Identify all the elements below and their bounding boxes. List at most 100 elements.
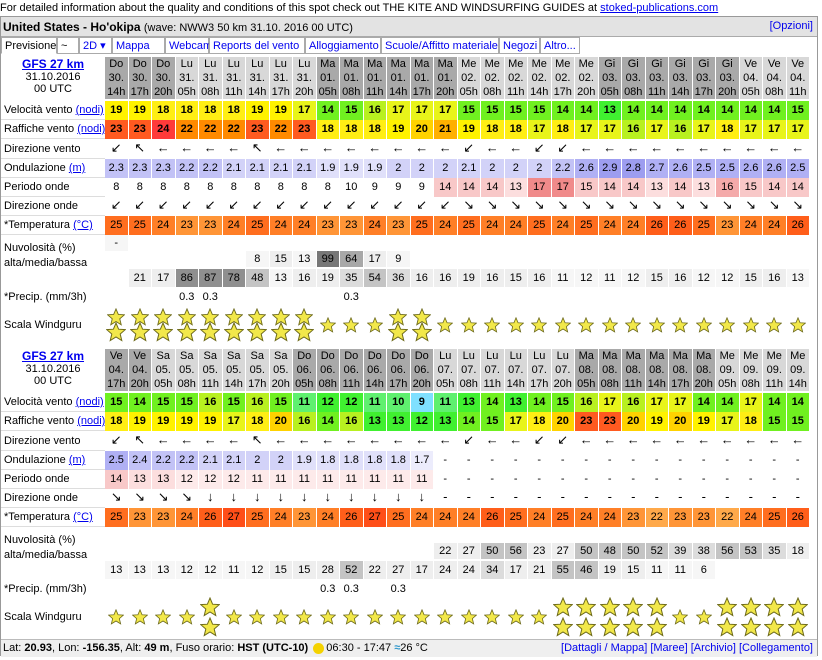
options-link[interactable]: [Opzioni]: [770, 20, 813, 32]
precip-value: [622, 581, 645, 597]
tab-reports[interactable]: Reports del vento: [209, 37, 305, 54]
cloud-label-line2: alta/media/bassa: [4, 549, 88, 561]
unit-link[interactable]: (nodi): [76, 396, 104, 408]
arrow-glyph: ←: [344, 432, 358, 447]
cloud-high-value: [223, 527, 246, 543]
cloud-low-value: 13: [269, 269, 292, 287]
precip-value: [575, 581, 598, 597]
footer-links: [Dattagli / Mappa] [Maree] [Archivio] [C…: [561, 642, 813, 654]
wave-period-value: 11: [410, 470, 433, 489]
wave-period-value: -: [763, 470, 786, 489]
star-icon: [200, 597, 221, 617]
unit-link[interactable]: (nodi): [77, 415, 105, 427]
wave-period-value: 15: [575, 178, 598, 197]
link-link[interactable]: [Collegamento]: [739, 642, 813, 654]
arrow-glyph: ←: [603, 432, 617, 447]
model-link[interactable]: GFS 27 km: [1, 349, 105, 363]
star-icon: [225, 609, 242, 625]
wind-arrow-icon: ←: [340, 431, 363, 451]
top-info-text: For detailed information about the quali…: [0, 2, 718, 14]
arrow-glyph: ↙: [298, 197, 310, 212]
tab-scuole[interactable]: Scuole/Affitto materiale: [381, 37, 499, 54]
temperature-value: 24: [175, 508, 198, 527]
gusts-value: 23: [128, 120, 151, 139]
unit-link[interactable]: (m): [69, 162, 86, 174]
wave-height-value: -: [739, 451, 762, 470]
tab-negozi[interactable]: Negozi: [499, 37, 540, 54]
cloud-mid-value: 50: [481, 543, 504, 559]
arrow-glyph: ←: [321, 432, 335, 447]
arrow-glyph: -: [560, 489, 565, 504]
precip-value: [387, 289, 410, 305]
star-icon: [742, 317, 759, 333]
cloud-high-value: [505, 235, 528, 251]
forecast-panel: United States - Ho'okipa (wave: NWW3 50 …: [0, 16, 818, 657]
temperature-value: 25: [246, 508, 269, 527]
arrow-glyph: ↖: [251, 140, 263, 155]
tab-webcams[interactable]: Webcams: [165, 37, 218, 54]
run-utc: 00 UTC: [34, 375, 72, 387]
rating-label: Scala Windguru: [1, 305, 105, 345]
unit-link[interactable]: (m): [69, 454, 86, 466]
arrow-glyph: ←: [673, 140, 687, 155]
arrow-glyph: ←: [321, 140, 335, 155]
model-link[interactable]: GFS 27 km: [1, 57, 105, 71]
gusts-value: 18: [481, 120, 504, 139]
wind-arrow-icon: ←: [293, 431, 316, 451]
day-label: Lu: [175, 57, 198, 71]
cloud-high-value: [575, 235, 598, 251]
wind-speed-value: 16: [246, 393, 269, 412]
precip-value: [223, 289, 246, 305]
arrow-glyph: ↓: [395, 489, 402, 504]
gusts-value: 20: [410, 120, 433, 139]
archive-link[interactable]: [Archivio]: [691, 642, 736, 654]
arrow-glyph: ↙: [204, 197, 216, 212]
details-map-link[interactable]: [Dattagli / Mappa]: [561, 642, 647, 654]
arrow-glyph: -: [748, 489, 753, 504]
hour-label: 17h: [528, 377, 551, 391]
unit-link[interactable]: (nodi): [76, 104, 104, 116]
tides-link[interactable]: [Maree]: [650, 642, 687, 654]
hour-label: 20h: [575, 85, 598, 99]
hour-label: 11h: [363, 85, 386, 99]
temperature-value: 24: [457, 508, 480, 527]
arrow-glyph: ←: [767, 140, 781, 155]
unit-link[interactable]: (nodi): [77, 123, 105, 135]
date-label: 02.: [504, 71, 527, 85]
tab-altro[interactable]: Altro...: [540, 37, 580, 54]
wind-speed-value: 14: [692, 393, 715, 412]
wind-arrow-icon: ←: [669, 139, 692, 159]
unit-link[interactable]: (°C): [73, 219, 93, 231]
cloud-low-value: 24: [457, 561, 480, 579]
gusts-value: 19: [128, 412, 151, 431]
cloud-low-value: 13: [105, 561, 128, 579]
stoked-link[interactable]: stoked-publications.com: [600, 2, 718, 14]
day-label: Sa: [269, 349, 292, 363]
tab-chart-icon[interactable]: ~: [57, 37, 79, 54]
cloud-low-value: [105, 269, 128, 287]
gusts-value: 19: [387, 120, 410, 139]
arrow-glyph: ↘: [651, 197, 663, 212]
cloud-high-value: [693, 235, 716, 251]
tab-alloggiamento[interactable]: Alloggiamento: [305, 37, 381, 54]
cloud-high-value: [293, 527, 316, 543]
tab-mappa[interactable]: Mappa: [112, 37, 165, 54]
wind-arrow-icon: ↙: [528, 431, 551, 451]
wave-arrow-icon: ↓: [340, 489, 363, 508]
star-icon: [507, 317, 524, 333]
gusts-value: 13: [387, 412, 410, 431]
tab-previsione[interactable]: Previsione: [1, 37, 57, 54]
wind-speed-value: 17: [434, 101, 457, 120]
date-label: 04.: [786, 71, 809, 85]
cloud-mid-value: 18: [786, 543, 809, 559]
wave-period-value: -: [504, 470, 527, 489]
hour-label: 05h: [434, 377, 457, 391]
arrow-glyph: -: [795, 489, 800, 504]
rating-stars: [340, 305, 363, 345]
temperature-value: 26: [669, 216, 692, 235]
tab-2d[interactable]: 2D ▾: [79, 37, 112, 54]
wave-period-value: 14: [669, 178, 692, 197]
wind-speed-value: 15: [551, 393, 574, 412]
unit-link[interactable]: (°C): [73, 511, 93, 523]
wave-period-value: -: [551, 470, 574, 489]
